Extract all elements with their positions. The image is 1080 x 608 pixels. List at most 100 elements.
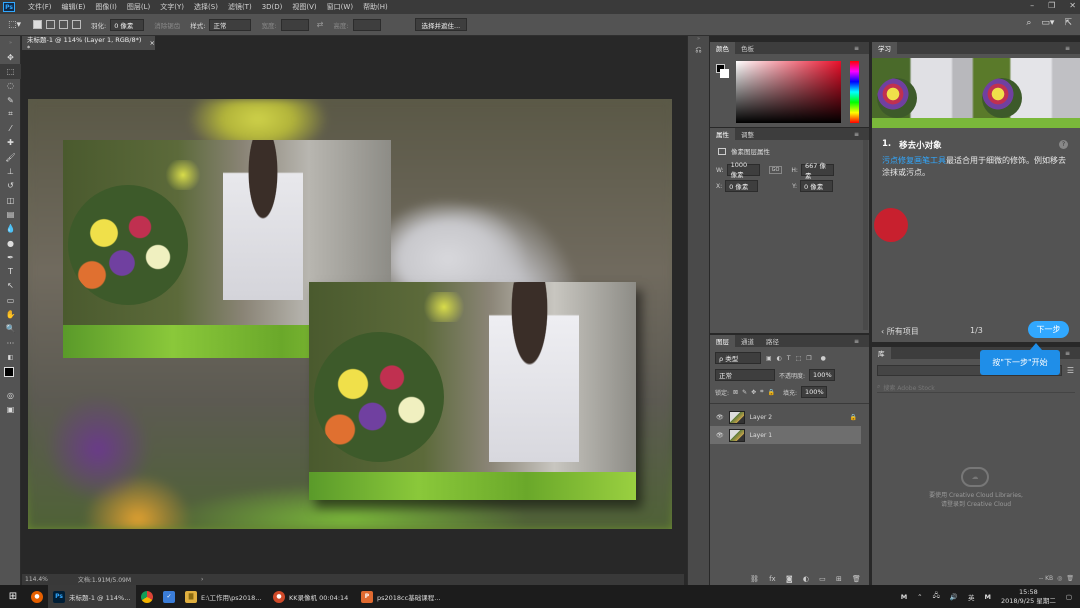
history-panel-icon[interactable]: ⎌ (688, 42, 709, 58)
move-tool-icon[interactable]: ✥ (0, 50, 21, 64)
list-view-icon[interactable]: ☰ (1067, 366, 1074, 375)
healing-brush-tool-icon[interactable]: ✚ (0, 136, 21, 150)
properties-scrollbar[interactable] (863, 140, 868, 330)
zoom-level[interactable]: 114.4% (25, 576, 48, 583)
ime-indicator[interactable]: 英 (968, 592, 975, 602)
all-items-link[interactable]: ‹ 所有项目 (881, 326, 919, 337)
history-brush-tool-icon[interactable]: ↺ (0, 179, 21, 193)
pen-tool-icon[interactable]: ✒ (0, 250, 21, 264)
brush-tool-icon[interactable]: 🖌 (0, 150, 21, 164)
panel-menu-icon[interactable]: ≡ (848, 335, 865, 347)
share-icon[interactable]: ⇱ (1064, 18, 1072, 28)
trash-icon[interactable]: 🗑 (852, 575, 861, 583)
tray-m-icon[interactable]: M (901, 593, 907, 601)
color-swatches[interactable] (0, 365, 20, 389)
document-close-icon[interactable]: × (150, 39, 155, 47)
taskbar-item-recorder[interactable]: ● KK录像机 00:04:14 (268, 585, 356, 608)
menu-filter[interactable]: 滤镜(T) (223, 2, 257, 12)
fx-icon[interactable]: fx (769, 575, 776, 583)
clock[interactable]: 15:58 2018/9/25 星期二 (1001, 588, 1056, 606)
clone-stamp-tool-icon[interactable]: ⊥ (0, 164, 21, 178)
taskbar-item-powerpoint[interactable]: P ps2018cc基础课程... (356, 585, 446, 608)
eraser-tool-icon[interactable]: ◫ (0, 193, 21, 207)
panel-menu-icon[interactable]: ≡ (848, 42, 865, 54)
filter-smart-icon[interactable]: ❐ (806, 355, 811, 362)
filter-shape-icon[interactable]: ⬚ (796, 355, 802, 362)
crop-tool-icon[interactable]: ⌗ (0, 107, 21, 121)
tab-properties[interactable]: 属性 (710, 128, 735, 140)
blur-tool-icon[interactable]: 💧 (0, 222, 21, 236)
dodge-tool-icon[interactable]: ● (0, 236, 21, 250)
quick-mask-icon[interactable]: ◎ (0, 389, 21, 403)
shape-tool-icon[interactable]: ▭ (0, 293, 21, 307)
layer-width-input[interactable]: 1000 像素 (726, 161, 760, 179)
select-and-mask-button[interactable]: 选择并遮住... (414, 18, 468, 31)
lasso-tool-icon[interactable]: ◌ (0, 79, 21, 93)
help-icon[interactable]: ? (1059, 140, 1068, 149)
hue-slider[interactable] (850, 61, 859, 123)
intersect-selection-icon[interactable] (72, 20, 82, 29)
tab-paths[interactable]: 路径 (760, 335, 785, 347)
menu-view[interactable]: 视图(V) (287, 2, 321, 12)
tab-libraries[interactable]: 库 (872, 347, 891, 359)
eyedropper-tool-icon[interactable]: ⁄ (0, 121, 21, 135)
foreground-color-swatch[interactable] (4, 366, 14, 377)
taskbar-item-photoshop[interactable]: Ps 未标题-1 @ 114%... (48, 585, 136, 608)
zoom-tool-icon[interactable]: 🔍 (0, 322, 21, 336)
width-input[interactable] (280, 18, 309, 31)
color-bg-swatch[interactable] (720, 69, 729, 78)
tab-adjustments[interactable]: 调整 (735, 128, 760, 140)
marquee-tool-preset-icon[interactable]: ⬚▾ (8, 20, 21, 30)
tab-swatches[interactable]: 色板 (735, 42, 760, 54)
panel-menu-icon[interactable]: ≡ (848, 128, 865, 140)
menu-type[interactable]: 文字(Y) (155, 2, 189, 12)
filter-type-icon[interactable]: T (787, 355, 791, 362)
lock-all-icon[interactable]: 🔒 (768, 389, 775, 396)
tab-layers[interactable]: 图层 (710, 335, 735, 347)
screen-mode-icon[interactable]: ▣ (0, 403, 21, 417)
lock-paint-icon[interactable]: ✎ (742, 389, 747, 396)
path-select-tool-icon[interactable]: ↖ (0, 279, 21, 293)
filter-toggle-icon[interactable]: ● (821, 355, 826, 362)
layer-row-layer-2[interactable]: 👁 Layer 2 🔒 (710, 408, 869, 426)
tab-learn[interactable]: 学习 (872, 42, 897, 54)
new-adjustment-icon[interactable]: ◐ (803, 575, 809, 583)
link-layers-icon[interactable]: ⛓ (750, 575, 759, 583)
layer-name[interactable]: Layer 1 (750, 432, 772, 439)
workspace-icon[interactable]: ▭▾ (1041, 18, 1054, 28)
menu-image[interactable]: 图像(I) (90, 2, 122, 12)
menu-help[interactable]: 帮助(H) (358, 2, 393, 12)
new-group-icon[interactable]: ▭ (819, 575, 826, 583)
firefox-taskbar-icon[interactable]: ● (26, 585, 48, 608)
menu-window[interactable]: 窗口(W) (322, 2, 358, 12)
link-dimensions-icon[interactable]: GO (768, 166, 783, 174)
canvas-area[interactable] (22, 50, 684, 574)
toolbar-grip[interactable]: » (0, 36, 21, 50)
layer-name[interactable]: Layer 2 (750, 414, 772, 421)
notification-icon[interactable]: ▢ (1066, 593, 1072, 601)
subtract-selection-icon[interactable] (59, 20, 69, 29)
style-select[interactable]: 正常 (209, 18, 252, 31)
height-input[interactable] (352, 18, 381, 31)
document-canvas[interactable] (28, 99, 672, 529)
stock-search-input[interactable]: 搜索 Adobe Stock (883, 383, 934, 392)
lock-artboard-icon[interactable]: ⌗ (760, 388, 763, 396)
lock-pixels-icon[interactable]: ⊠ (733, 389, 738, 396)
restore-icon[interactable]: ❐ (1048, 1, 1055, 10)
tab-channels[interactable]: 通道 (735, 335, 760, 347)
layer-y-input[interactable]: 0 像素 (800, 180, 834, 192)
tab-color[interactable]: 颜色 (710, 42, 735, 54)
taskbar-item-explorer[interactable]: ▇ E:\工作用\ps2018... (180, 585, 268, 608)
menu-select[interactable]: 选择(S) (189, 2, 223, 12)
tray-volume-icon[interactable]: 🔊 (950, 593, 958, 601)
edit-toolbar-icon[interactable]: ··· (0, 336, 21, 350)
tray-network-icon[interactable]: 🖧 (933, 591, 940, 602)
add-mask-icon[interactable]: ◙ (786, 575, 793, 583)
document-tab[interactable]: 未标题-1 @ 114% (Layer 1, RGB/8*) * × (22, 36, 155, 52)
default-colors-icon[interactable]: ◧ (0, 350, 21, 364)
layer-row-layer-1[interactable]: 👁 Layer 1 (710, 426, 861, 444)
color-picker-field[interactable] (736, 61, 841, 123)
menu-layer[interactable]: 图层(L) (122, 2, 155, 12)
gradient-tool-icon[interactable]: ▤ (0, 207, 21, 221)
menu-3d[interactable]: 3D(D) (257, 3, 288, 11)
